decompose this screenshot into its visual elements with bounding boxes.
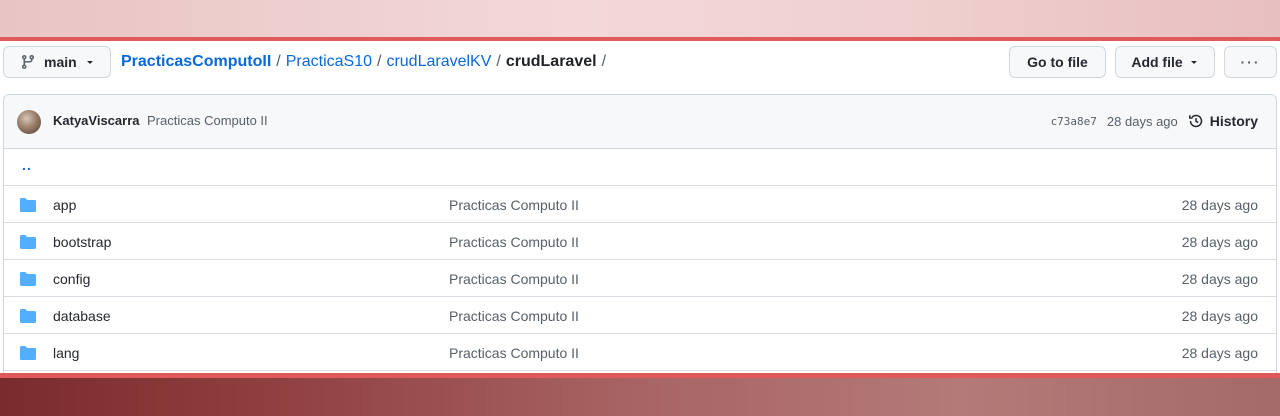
file-commit-age: 28 days ago <box>1181 197 1258 213</box>
file-list: KatyaViscarra Practicas Computo II c73a8… <box>3 94 1277 384</box>
commit-sha[interactable]: c73a8e7 <box>1051 115 1097 128</box>
folder-icon <box>20 272 36 286</box>
file-name[interactable]: config <box>53 271 90 287</box>
commit-message[interactable]: Practicas Computo II <box>147 113 268 128</box>
git-branch-icon <box>21 55 34 70</box>
file-commit-message[interactable]: Practicas Computo II <box>449 234 579 250</box>
history-label: History <box>1209 113 1258 129</box>
file-commit-message[interactable]: Practicas Computo II <box>449 197 579 213</box>
breadcrumb-folder-practicas10[interactable]: PracticaS10 <box>286 53 372 71</box>
background-bottom <box>0 378 1280 416</box>
folder-icon <box>20 198 36 212</box>
breadcrumb-separator: / <box>376 53 382 70</box>
parent-directory-link[interactable]: .. <box>22 157 32 173</box>
file-name[interactable]: app <box>53 197 76 213</box>
file-commit-age: 28 days ago <box>1181 271 1258 287</box>
table-row[interactable]: database Practicas Computo II 28 days ag… <box>4 297 1276 334</box>
breadcrumb-separator: / <box>496 53 501 70</box>
table-row[interactable]: config Practicas Computo II 28 days ago <box>4 260 1276 297</box>
file-commit-message[interactable]: Practicas Computo II <box>449 345 579 361</box>
avatar[interactable] <box>17 110 41 134</box>
commit-meta: c73a8e7 28 days ago History <box>1051 110 1258 132</box>
history-link[interactable]: History <box>1188 113 1258 129</box>
breadcrumb-separator: / <box>601 53 607 70</box>
add-file-button[interactable]: Add file <box>1115 46 1215 78</box>
repo-content-panel: main PracticasComputoII / PracticaS10 / … <box>0 41 1280 384</box>
parent-directory-row[interactable]: .. <box>4 149 1276 186</box>
add-file-label: Add file <box>1131 54 1183 70</box>
file-name[interactable]: bootstrap <box>53 234 111 250</box>
folder-icon <box>20 309 36 323</box>
commit-author[interactable]: KatyaViscarra <box>53 113 140 128</box>
history-icon <box>1188 114 1203 128</box>
breadcrumb-separator: / <box>276 53 281 70</box>
more-options-button[interactable]: ··· <box>1224 46 1277 78</box>
latest-commit-bar: KatyaViscarra Practicas Computo II c73a8… <box>4 95 1276 149</box>
breadcrumb: PracticasComputoII / PracticaS10 / crudL… <box>121 46 611 78</box>
table-row[interactable]: lang Practicas Computo II 28 days ago <box>4 334 1276 371</box>
table-row[interactable]: app Practicas Computo II 28 days ago <box>4 186 1276 223</box>
go-to-file-button[interactable]: Go to file <box>1009 46 1106 78</box>
caret-down-icon <box>86 61 93 64</box>
file-commit-message[interactable]: Practicas Computo II <box>449 271 579 287</box>
branch-name: main <box>44 54 77 70</box>
breadcrumb-current: crudLaravel <box>505 53 597 70</box>
file-commit-age: 28 days ago <box>1181 234 1258 250</box>
table-row[interactable]: bootstrap Practicas Computo II 28 days a… <box>4 223 1276 260</box>
breadcrumb-folder-crudlaravelkv[interactable]: crudLaravelKV <box>386 53 491 71</box>
folder-icon <box>20 235 36 249</box>
background-top <box>0 0 1280 38</box>
file-navigation: main PracticasComputoII / PracticaS10 / … <box>3 46 1277 78</box>
breadcrumb-repo[interactable]: PracticasComputoII <box>121 53 271 71</box>
file-commit-age: 28 days ago <box>1181 345 1258 361</box>
file-name[interactable]: lang <box>53 345 79 361</box>
caret-down-icon <box>1190 61 1197 64</box>
branch-select-button[interactable]: main <box>3 46 111 78</box>
commit-age: 28 days ago <box>1106 113 1178 129</box>
file-name[interactable]: database <box>53 308 111 324</box>
folder-icon <box>20 346 36 360</box>
file-commit-message[interactable]: Practicas Computo II <box>449 308 579 324</box>
file-commit-age: 28 days ago <box>1181 308 1258 324</box>
